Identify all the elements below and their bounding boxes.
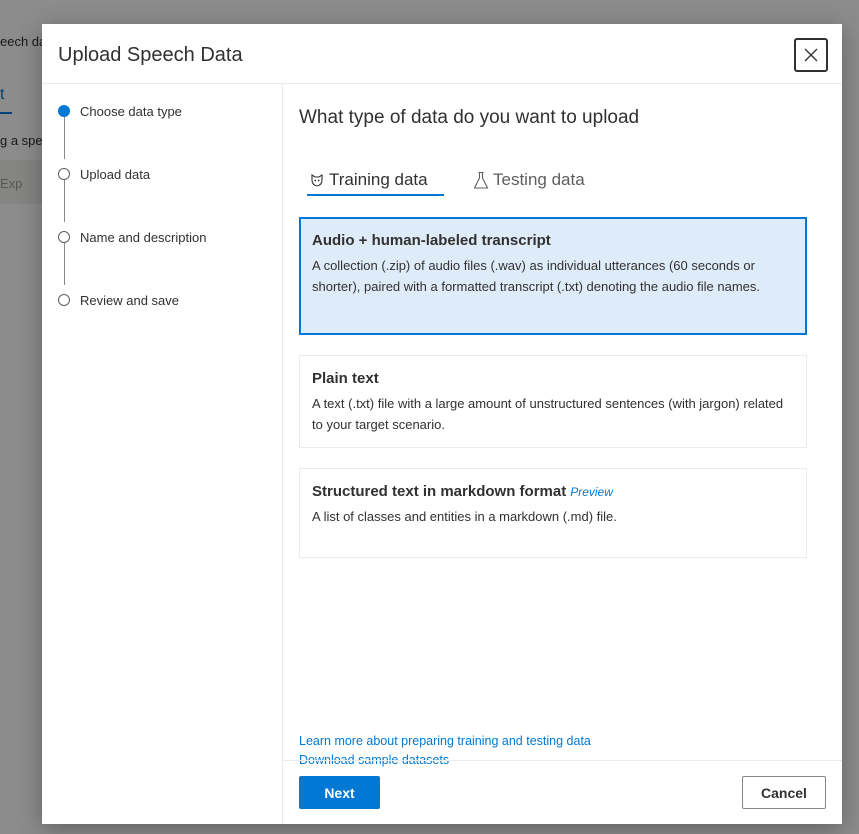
option-title-text: Structured text in markdown format	[312, 483, 567, 500]
tab-label: Training data	[329, 170, 428, 189]
step-label: Review and save	[80, 292, 179, 308]
next-button[interactable]: Next	[299, 776, 380, 809]
option-description: A collection (.zip) of audio files (.wav…	[312, 258, 760, 294]
step-connector	[64, 242, 65, 285]
close-button[interactable]	[794, 38, 828, 72]
step-connector	[64, 179, 65, 222]
step-connector	[64, 116, 65, 159]
main-title: What type of data do you want to upload	[299, 107, 640, 128]
step-label: Choose data type	[80, 103, 182, 119]
tab-label: Testing data	[493, 170, 585, 189]
step-name-and-description[interactable]: Name and description	[58, 227, 206, 247]
option-plain-text[interactable]: Plain text A text (.txt) file with a lar…	[299, 355, 807, 448]
step-label: Name and description	[80, 229, 207, 245]
step-upload-data[interactable]: Upload data	[58, 164, 150, 184]
preview-badge: Preview	[570, 485, 613, 499]
training-icon	[309, 172, 325, 188]
learn-more-link[interactable]: Learn more about preparing training and …	[299, 732, 591, 751]
option-description: A list of classes and entities in a mark…	[312, 509, 617, 524]
option-description: A text (.txt) file with a large amount o…	[312, 396, 784, 432]
option-title: Structured text in markdown format Previe…	[312, 483, 794, 500]
step-indicator-active-icon	[58, 105, 70, 117]
tab-testing-data[interactable]: Testing data	[473, 164, 585, 196]
cancel-button[interactable]: Cancel	[742, 776, 826, 809]
step-review-and-save[interactable]: Review and save	[58, 290, 179, 310]
selected-tab-underline	[307, 194, 444, 196]
step-indicator-icon	[58, 231, 70, 243]
upload-speech-data-dialog: Upload Speech Data Choose data type Uplo…	[42, 24, 842, 824]
step-choose-data-type[interactable]: Choose data type	[58, 101, 182, 121]
close-icon	[804, 48, 818, 62]
step-indicator-icon	[58, 294, 70, 306]
step-indicator-icon	[58, 168, 70, 180]
dialog-title: Upload Speech Data	[58, 44, 243, 66]
tab-training-data[interactable]: Training data	[309, 164, 428, 196]
option-title: Audio + human-labeled transcript	[312, 232, 551, 249]
main-panel: What type of data do you want to upload …	[283, 84, 842, 767]
wizard-steps: Choose data type Upload data Name and de…	[42, 84, 283, 824]
dialog-footer: Next Cancel	[283, 760, 842, 824]
flask-icon	[473, 171, 489, 190]
step-label: Upload data	[80, 166, 151, 182]
dialog-header: Upload Speech Data	[42, 24, 842, 84]
option-audio-transcript[interactable]: Audio + human-labeled transcript A colle…	[299, 217, 807, 335]
option-structured-text[interactable]: Structured text in markdown format Previe…	[299, 468, 807, 558]
option-title: Plain text	[312, 370, 379, 387]
